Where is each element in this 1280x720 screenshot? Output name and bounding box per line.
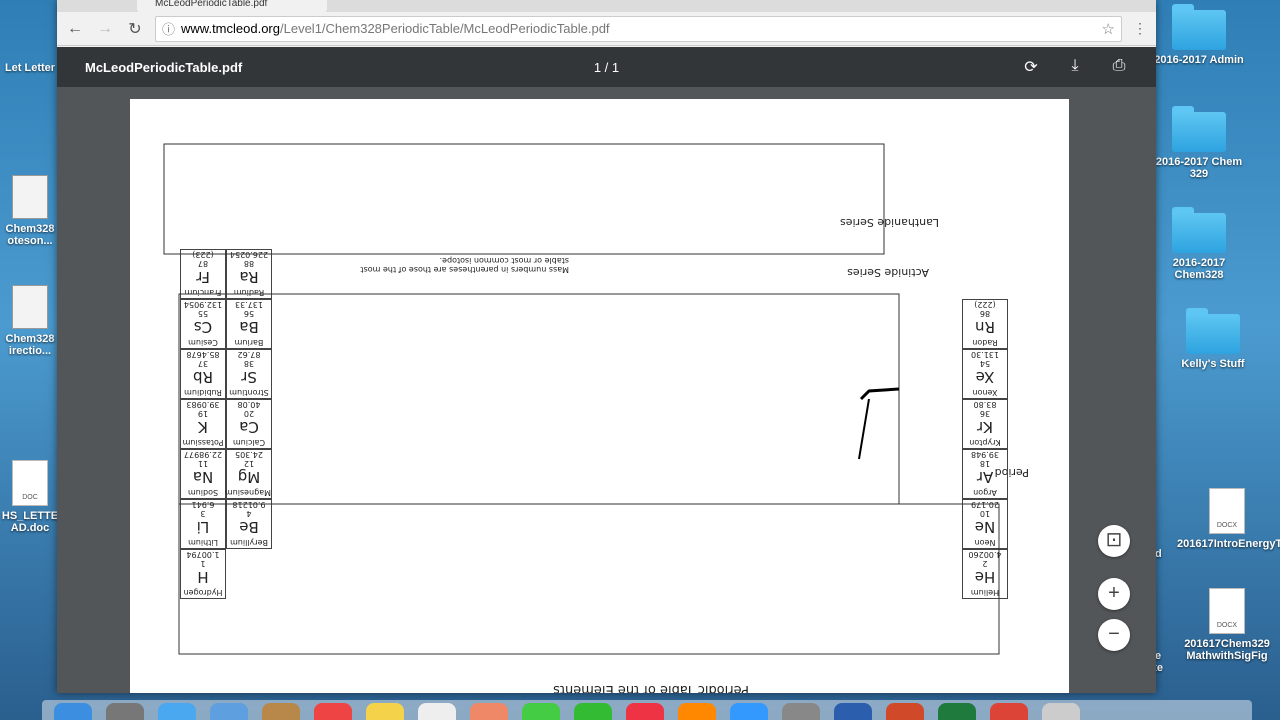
back-icon[interactable]: ← xyxy=(65,20,85,38)
pdf-page: Periodic Table of the Elements Period La… xyxy=(130,99,1069,693)
safari-icon[interactable] xyxy=(158,703,196,720)
messages-icon[interactable] xyxy=(522,703,560,720)
browser-window: McLeodPeriodicTable.pdf ← → ↻ ⓘ www.tmcl… xyxy=(57,0,1156,693)
table-grid xyxy=(163,143,1000,655)
calendar-icon[interactable] xyxy=(314,703,352,720)
excel-icon[interactable] xyxy=(938,703,976,720)
finder-icon[interactable] xyxy=(54,703,92,720)
desktop-folder-admin[interactable]: 2016-2017 Admin xyxy=(1149,4,1249,66)
notes-icon[interactable] xyxy=(366,703,404,720)
browser-toolbar: ← → ↻ ⓘ www.tmcleod.org/Level1/Chem328Pe… xyxy=(57,12,1156,46)
word-icon[interactable] xyxy=(834,703,872,720)
desktop-file-hs-letterhead[interactable]: DOC HS_LETTE AD.doc xyxy=(0,460,60,534)
page-info-icon[interactable]: ⓘ xyxy=(162,19,175,38)
app-store-icon[interactable] xyxy=(730,703,768,720)
chrome-icon[interactable] xyxy=(990,703,1028,720)
desktop-file-label: Let Letter xyxy=(4,62,56,74)
reminders-icon[interactable] xyxy=(418,703,456,720)
trash-icon[interactable] xyxy=(1042,703,1080,720)
folder-icon xyxy=(1172,207,1226,253)
contacts-icon[interactable] xyxy=(262,703,300,720)
docx-file-icon: DOCX xyxy=(1209,588,1245,634)
desktop-file-label: Chem328 oteson... xyxy=(5,223,55,247)
desktop-file-label: HS_LETTE AD.doc xyxy=(1,510,59,534)
tab-pdf[interactable]: McLeodPeriodicTable.pdf xyxy=(137,0,327,12)
download-icon[interactable]: ⤓ xyxy=(1066,57,1084,77)
desktop-folder-label: Kelly's Stuff xyxy=(1181,358,1245,370)
pdf-viewer: McLeodPeriodicTable.pdf 1 / 1 ⟳ ⤓ ⎙ Peri… xyxy=(57,47,1156,693)
desktop-file-label: 201617IntroEnergyTestA xyxy=(1177,538,1280,550)
doc-file-icon: DOC xyxy=(12,460,48,506)
zoom-in-button[interactable]: + xyxy=(1098,578,1130,610)
desktop-file-chem328-oteson[interactable]: Chem328 oteson... xyxy=(0,175,60,247)
folder-icon xyxy=(1172,4,1226,50)
desktop-file-letter[interactable]: Let Letter xyxy=(0,62,60,74)
folder-icon xyxy=(1172,106,1226,152)
photos-icon[interactable] xyxy=(470,703,508,720)
powerpoint-icon[interactable] xyxy=(886,703,924,720)
desktop-file-label: Chem328 irectio... xyxy=(5,333,55,357)
document-thumbnail xyxy=(12,175,48,219)
system-preferences-icon[interactable] xyxy=(782,703,820,720)
music-icon[interactable] xyxy=(626,703,664,720)
desktop-folder-kellys-stuff[interactable]: Kelly's Stuff xyxy=(1163,308,1263,370)
desktop-file-introenergy[interactable]: DOCX 201617IntroEnergyTestA xyxy=(1177,488,1280,550)
pdf-toolbar: McLeodPeriodicTable.pdf 1 / 1 ⟳ ⤓ ⎙ xyxy=(57,47,1156,87)
url-path: /Level1/Chem328PeriodicTable/McLeodPerio… xyxy=(280,21,610,36)
mail-icon[interactable] xyxy=(210,703,248,720)
zoom-out-button[interactable]: − xyxy=(1098,619,1130,651)
pdf-file-title: McLeodPeriodicTable.pdf xyxy=(85,59,243,75)
rotate-icon[interactable]: ⟳ xyxy=(1022,57,1040,77)
reload-icon[interactable]: ↻ xyxy=(125,19,145,39)
fit-page-button[interactable]: ⊡ xyxy=(1098,525,1130,557)
dock xyxy=(42,700,1252,720)
folder-icon xyxy=(1186,308,1240,354)
desktop-file-mathwithsigfig[interactable]: DOCX 201617Chem329 MathwithSigFig xyxy=(1177,588,1277,662)
print-icon[interactable]: ⎙ xyxy=(1110,57,1128,77)
url-host: www.tmcleod.org xyxy=(181,21,280,36)
desktop-file-chem328-directions[interactable]: Chem328 irectio... xyxy=(0,285,60,357)
desktop-folder-label: 2016-2017 Chem328 xyxy=(1172,257,1226,281)
document-thumbnail xyxy=(12,285,48,329)
desktop-file-label: 201617Chem329 MathwithSigFig xyxy=(1184,638,1270,662)
periodic-table-scan: Periodic Table of the Elements Period La… xyxy=(130,99,1069,693)
bookmark-star-icon[interactable]: ☆ xyxy=(1102,20,1115,38)
facetime-icon[interactable] xyxy=(574,703,612,720)
desktop-folder-label: 2016-2017 Chem 329 xyxy=(1155,156,1243,180)
tab-bar: McLeodPeriodicTable.pdf xyxy=(57,0,1156,12)
launchpad-icon[interactable] xyxy=(106,703,144,720)
desktop-folder-chem328[interactable]: 2016-2017 Chem328 xyxy=(1149,207,1249,281)
tab-title: McLeodPeriodicTable.pdf xyxy=(155,0,268,9)
browser-menu-icon[interactable]: ⋮ xyxy=(1132,20,1148,37)
desktop-folder-chem329[interactable]: 2016-2017 Chem 329 xyxy=(1149,106,1249,180)
docx-file-icon: DOCX xyxy=(1209,488,1245,534)
desktop-folder-label: 2016-2017 Admin xyxy=(1154,54,1244,66)
address-bar[interactable]: ⓘ www.tmcleod.org/Level1/Chem328Periodic… xyxy=(155,15,1122,42)
forward-icon[interactable]: → xyxy=(95,20,115,38)
ibooks-icon[interactable] xyxy=(678,703,716,720)
